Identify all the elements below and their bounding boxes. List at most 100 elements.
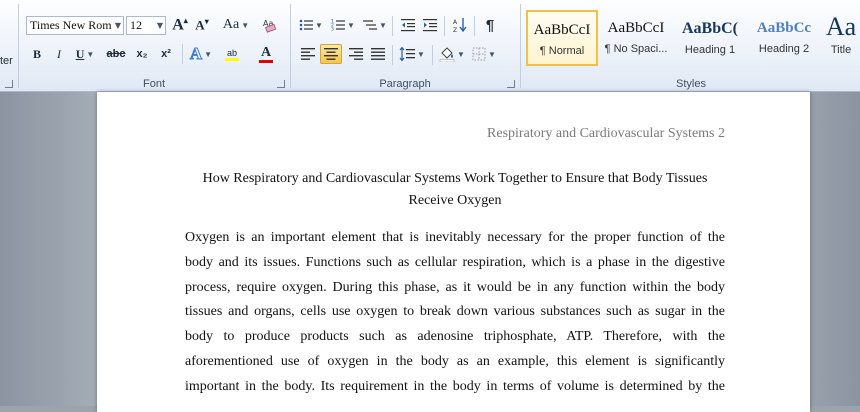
style-name: Heading 2: [758, 43, 810, 55]
subscript-button[interactable]: x₂: [132, 44, 152, 64]
align-left-icon: [301, 48, 315, 60]
body-line: process, require oxygen. During this pha…: [185, 279, 725, 295]
style-heading-2[interactable]: AaBbCc Heading 2: [748, 10, 820, 66]
paragraph-group-label: Paragraph: [379, 78, 431, 90]
body-line: body and its issues. Functions such as c…: [185, 254, 725, 270]
format-painter-label[interactable]: ter: [0, 55, 13, 67]
numbered-list-icon: 1 2 3: [331, 19, 346, 33]
body-line: tissues and organs, cells use oxygen to …: [185, 304, 725, 320]
strikethrough-label: abc: [106, 48, 126, 60]
change-case-button[interactable]: Aa ▼: [222, 15, 250, 35]
font-name-value: Times New Rom: [30, 18, 112, 32]
style-title[interactable]: Aa Title: [822, 10, 860, 66]
font-color-bar: [259, 59, 273, 63]
font-shrink-icon: A▾: [195, 16, 209, 33]
sort-button[interactable]: A Z: [450, 15, 470, 35]
underline-label: U: [75, 46, 85, 61]
increase-indent-button[interactable]: [420, 15, 440, 35]
ribbon: ter Times New Rom ▼ 12 ▼ A▴ A▾ Aa ▼ Aa B…: [0, 0, 860, 92]
show-hide-marks-button[interactable]: ¶: [480, 15, 500, 35]
paragraph-dialog-launcher[interactable]: [507, 80, 515, 88]
highlight-color-bar: [225, 57, 239, 61]
style-no-spacing[interactable]: AaBbCcI ¶ No Spaci...: [600, 10, 672, 66]
line-spacing-icon: [399, 47, 416, 61]
shrink-font-button[interactable]: A▾: [192, 15, 212, 35]
change-case-label: Aa: [222, 17, 240, 32]
numbering-button[interactable]: 1 2 3 ▼: [330, 15, 356, 35]
bullets-button[interactable]: ▼: [298, 15, 324, 35]
pilcrow-icon: ¶: [485, 16, 495, 34]
highlighter-icon: ab: [226, 47, 237, 58]
borders-icon: [472, 47, 486, 61]
style-heading-1[interactable]: AaBbC( Heading 1: [674, 10, 746, 66]
style-name: Heading 1: [684, 44, 736, 56]
page-header: Respiratory and Cardiovascular Systems 2: [487, 126, 725, 141]
borders-button[interactable]: ▼: [470, 44, 498, 64]
body-line: Oxygen is an important element that is i…: [185, 230, 725, 245]
decrease-indent-icon: [401, 19, 415, 32]
document-body[interactable]: Oxygen is an important element that is i…: [185, 226, 725, 400]
font-name-combo[interactable]: Times New Rom ▼: [26, 16, 124, 35]
superscript-button[interactable]: x²: [156, 44, 176, 64]
sort-icon: A Z: [453, 18, 467, 33]
bold-button[interactable]: B: [28, 44, 46, 64]
superscript-label: x²: [161, 48, 171, 60]
svg-text:Z: Z: [453, 27, 457, 33]
font-dialog-launcher[interactable]: [277, 80, 285, 88]
style-preview: Aa: [825, 12, 857, 41]
font-group: Times New Rom ▼ 12 ▼ A▴ A▾ Aa ▼ Aa B I U…: [20, 0, 288, 91]
align-left-button[interactable]: [298, 44, 318, 64]
style-preview: AaBbC(: [681, 20, 738, 37]
align-right-button[interactable]: [346, 44, 366, 64]
italic-button[interactable]: I: [50, 44, 68, 64]
svg-text:3: 3: [331, 27, 334, 33]
bold-label: B: [32, 46, 41, 61]
style-name: ¶ Normal: [539, 45, 585, 57]
clear-formatting-button[interactable]: Aa: [260, 15, 280, 35]
multilevel-list-icon: [363, 20, 378, 30]
text-effects-icon: A: [189, 44, 203, 64]
increase-indent-icon: [423, 19, 437, 32]
subscript-label: x₂: [136, 48, 148, 60]
clear-formatting-icon: Aa: [263, 19, 277, 33]
strikethrough-button[interactable]: abc: [104, 44, 128, 64]
title-line: Receive Oxygen: [408, 193, 502, 208]
chevron-down-icon: ▼: [156, 21, 163, 30]
styles-group-label: Styles: [676, 78, 706, 90]
font-color-icon: A: [260, 44, 272, 60]
decrease-indent-button[interactable]: [398, 15, 418, 35]
align-right-icon: [349, 48, 363, 60]
line-spacing-button[interactable]: ▼: [398, 44, 426, 64]
font-size-value: 12: [130, 18, 142, 32]
svg-text:A: A: [453, 19, 458, 26]
style-name: ¶ No Spaci...: [604, 43, 668, 55]
body-line: important in the body. Its requirement i…: [185, 378, 725, 394]
paragraph-group: ▼ 1 2 3 ▼ ▼ A Z ¶ ▼ ▼ ▼ Paragraph: [292, 0, 518, 91]
clipboard-group: ter: [0, 0, 16, 91]
highlight-button[interactable]: ab: [218, 44, 246, 64]
paint-bucket-icon: [439, 46, 455, 62]
text-effects-button[interactable]: A ▼: [188, 44, 214, 64]
document-page[interactable]: Respiratory and Cardiovascular Systems 2…: [97, 92, 810, 412]
document-title[interactable]: How Respiratory and Cardiovascular Syste…: [185, 168, 725, 212]
font-size-combo[interactable]: 12 ▼: [126, 16, 166, 35]
align-center-button[interactable]: [320, 44, 342, 64]
underline-button[interactable]: U ▼: [72, 44, 98, 64]
font-color-button[interactable]: A: [252, 44, 280, 64]
italic-label: I: [57, 46, 61, 61]
style-preview: AaBbCcI: [607, 20, 665, 36]
justify-button[interactable]: [368, 44, 388, 64]
chevron-down-icon: ▼: [114, 21, 121, 30]
font-group-label: Font: [142, 78, 165, 90]
title-line: How Respiratory and Cardiovascular Syste…: [202, 171, 708, 186]
multilevel-list-button[interactable]: ▼: [362, 15, 388, 35]
align-center-icon: [324, 48, 338, 60]
body-line: aforementioned use of oxygen in the body…: [185, 353, 725, 369]
grow-font-button[interactable]: A▴: [170, 15, 190, 35]
styles-group: AaBbCcI ¶ Normal AaBbCcI ¶ No Spaci... A…: [522, 0, 860, 91]
shading-button[interactable]: ▼: [438, 44, 466, 64]
style-normal[interactable]: AaBbCcI ¶ Normal: [526, 10, 598, 66]
clipboard-dialog-launcher[interactable]: [5, 80, 13, 88]
font-grow-icon: A▴: [172, 15, 188, 34]
style-preview: AaBbCc: [756, 20, 812, 36]
